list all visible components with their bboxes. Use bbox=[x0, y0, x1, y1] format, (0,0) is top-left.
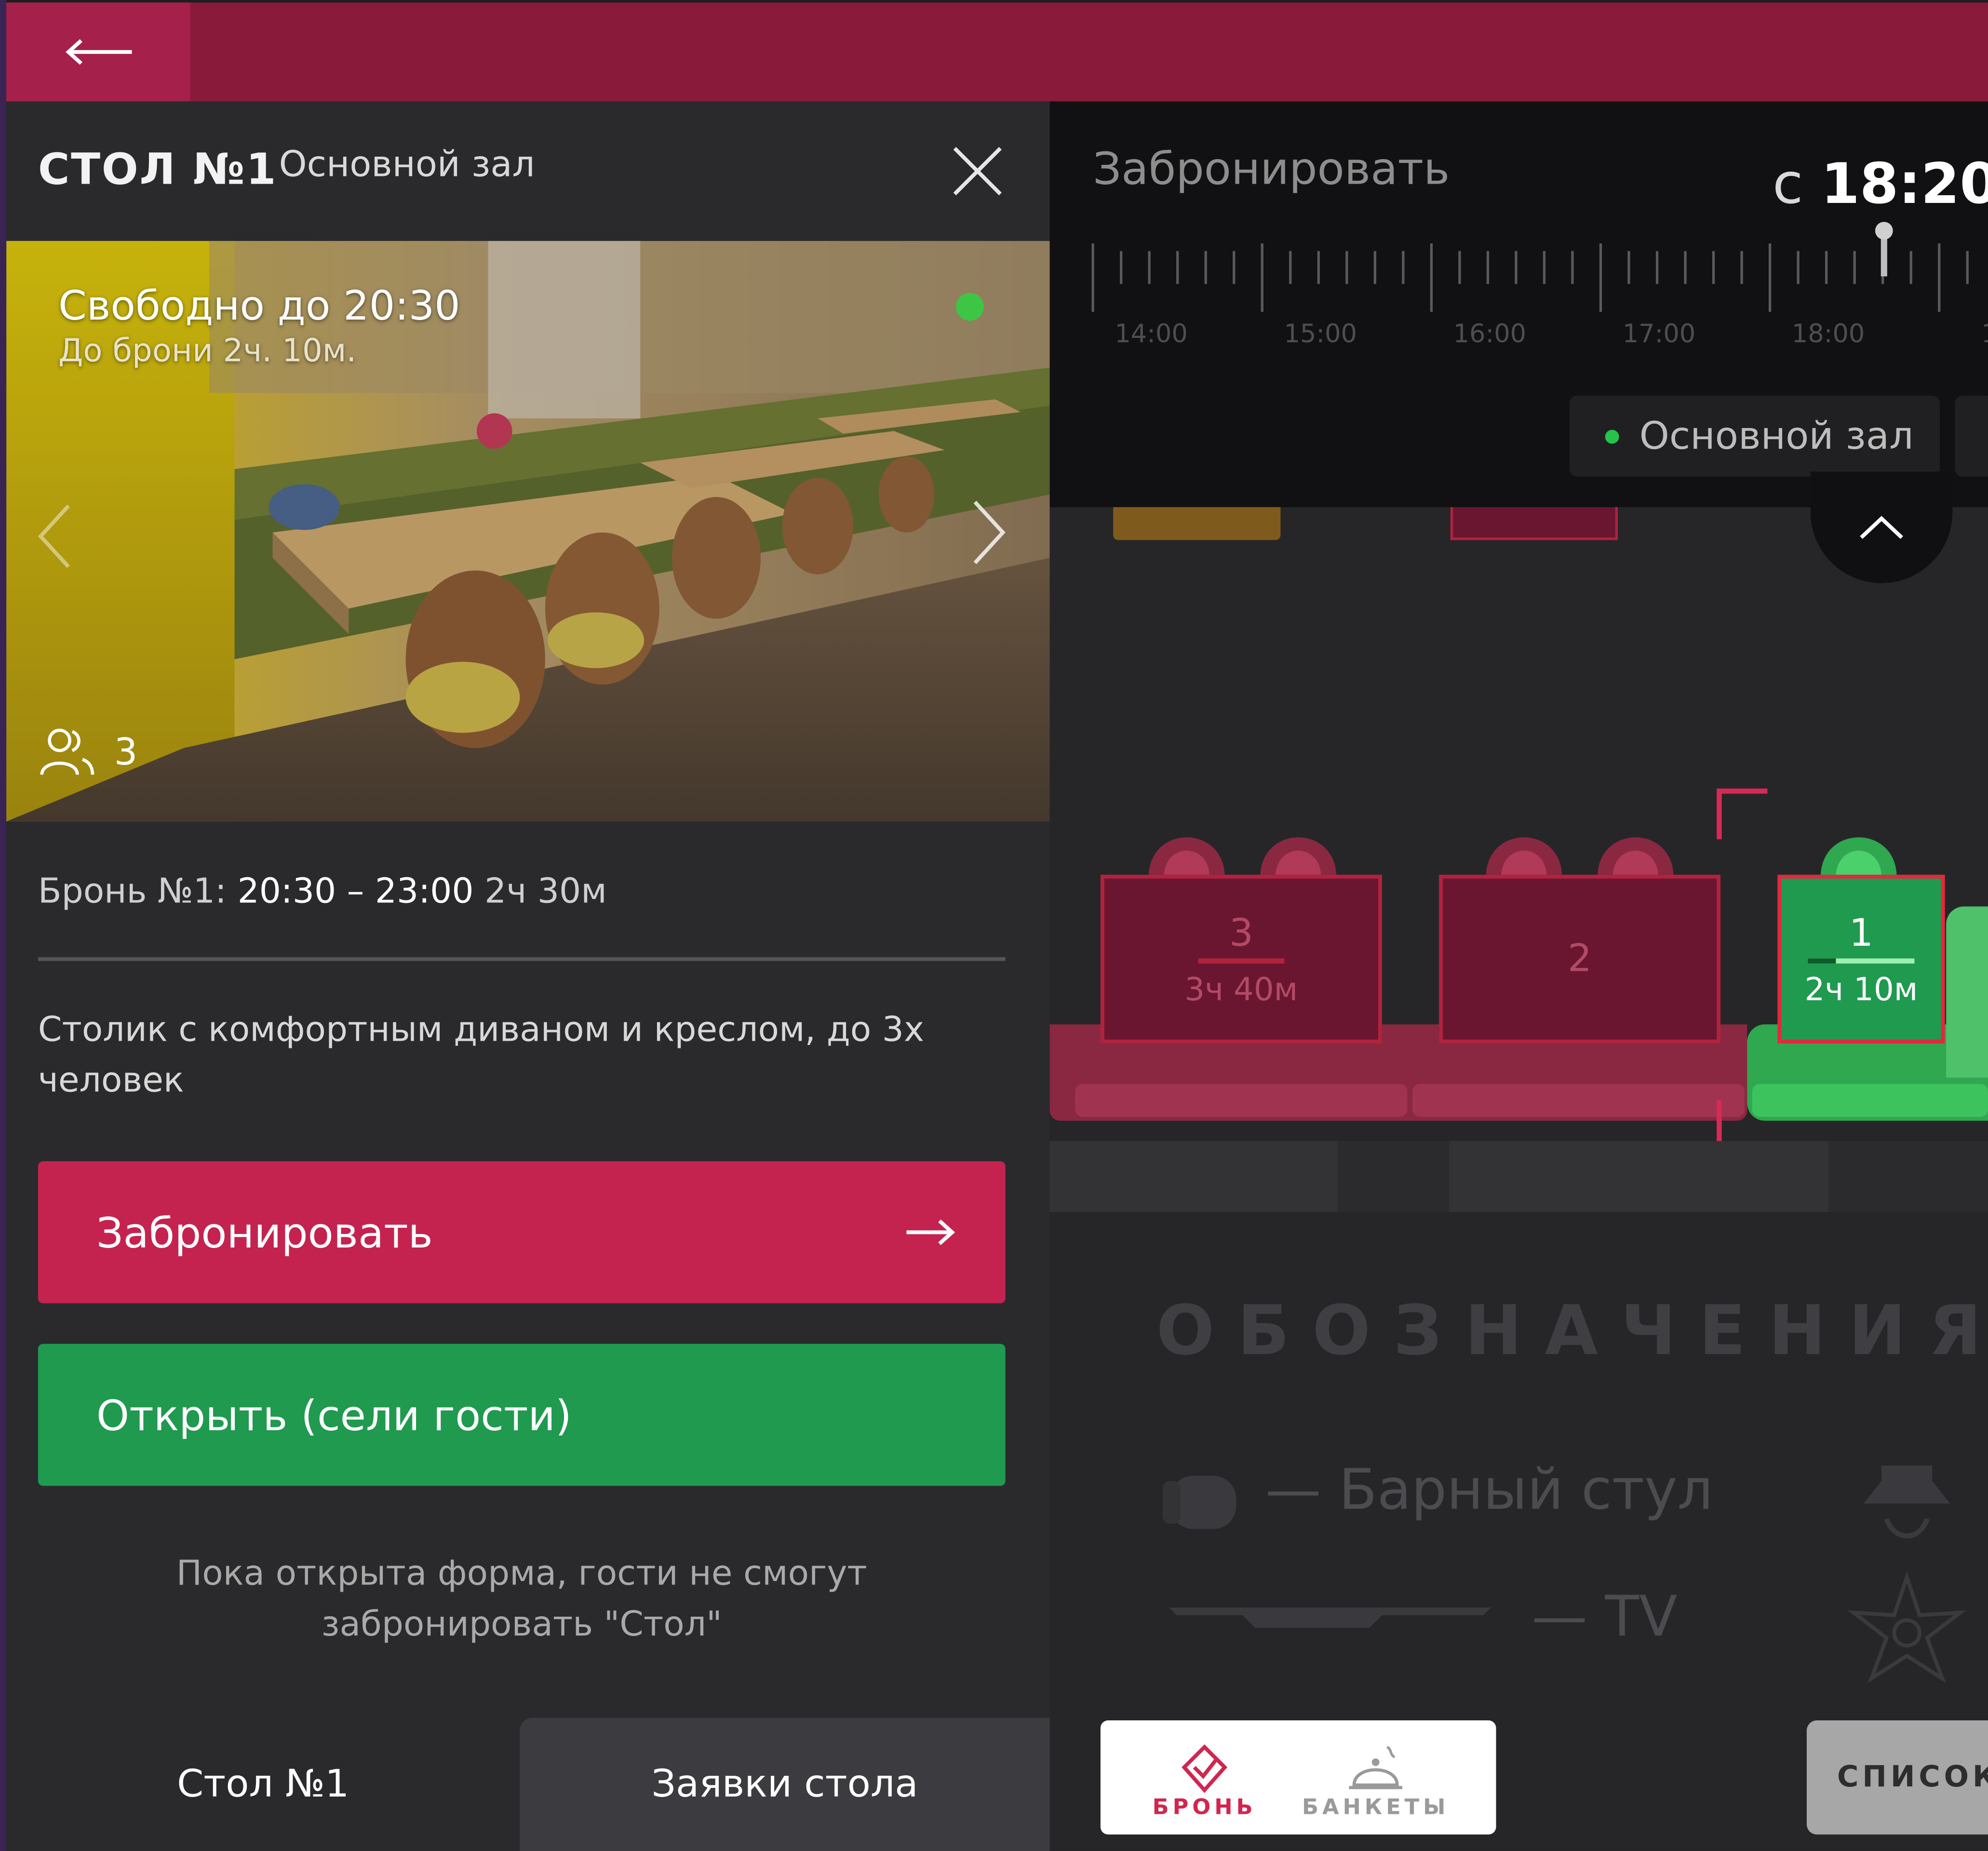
floor-walkway-divider bbox=[1337, 1141, 1450, 1212]
mode-banquets-label: БАНКЕТЫ bbox=[1302, 1795, 1450, 1821]
hall-status-dot bbox=[1605, 429, 1619, 443]
table-timer-bar bbox=[1198, 958, 1285, 964]
table-title: СТОЛ №1 bbox=[38, 144, 278, 196]
floor-table-3[interactable]: 3 3ч 40м bbox=[1100, 874, 1382, 1044]
tab-table-requests[interactable]: Заявки стола bbox=[520, 1717, 1050, 1851]
booking-icon bbox=[1182, 1744, 1228, 1793]
reservation-duration: 2ч 30м bbox=[484, 872, 607, 912]
hall-filter-label: Основной зал bbox=[1639, 414, 1914, 458]
floor-table-2[interactable]: 2 bbox=[1439, 874, 1721, 1044]
reservation-label: Бронь №1: bbox=[38, 872, 227, 912]
legend-tv: — TV bbox=[1531, 1584, 1678, 1650]
chevron-left-icon bbox=[38, 504, 70, 568]
booking-start-time: с 18:20 ч bbox=[1773, 152, 1988, 217]
selection-brackets bbox=[1717, 788, 1768, 1149]
table-number: 1 bbox=[1849, 912, 1874, 956]
guest-capacity: 3 bbox=[38, 726, 137, 777]
ruler-hour-label: 14:00 bbox=[1115, 319, 1188, 349]
mode-booking[interactable]: БРОНЬ bbox=[1141, 1727, 1268, 1831]
bar-stool-icon bbox=[1162, 1475, 1236, 1529]
table-top-partial[interactable] bbox=[1113, 507, 1281, 540]
sofa-free-cushion bbox=[1752, 1084, 1988, 1117]
table-number: 3 bbox=[1229, 912, 1253, 956]
open-table-button-label: Открыть (сели гости) bbox=[96, 1390, 572, 1440]
table-timer-bar bbox=[1808, 958, 1915, 964]
arrow-left-icon bbox=[65, 39, 132, 65]
table-time: 2ч 10м bbox=[1804, 971, 1918, 1008]
floor-walkway-divider bbox=[1828, 1141, 1988, 1212]
time-ruler[interactable]: 14:00 15:00 16:00 17:00 18:00 19 bbox=[1050, 215, 1988, 355]
legend-bar-stool: — Барный стул bbox=[1265, 1458, 1713, 1523]
guest-count: 3 bbox=[114, 730, 138, 774]
table-description: Столик с комфортным диваном и креслом, д… bbox=[38, 1010, 925, 1100]
ruler-hour-label: 16:00 bbox=[1453, 319, 1527, 349]
hall-name: Основной зал bbox=[279, 143, 535, 185]
table-timer-fill bbox=[1808, 958, 1836, 964]
booking-panel-title: Забронировать bbox=[1093, 144, 1450, 196]
people-icon bbox=[40, 728, 94, 775]
time-value: 18:20 bbox=[1821, 152, 1988, 217]
ruler-hour-label: 17:00 bbox=[1623, 319, 1696, 349]
lamp-icon bbox=[1864, 1465, 1950, 1539]
sofa-free-arm bbox=[1946, 906, 1988, 1078]
chevron-right-icon bbox=[973, 500, 1006, 564]
hall-filter-chip-next[interactable] bbox=[1955, 395, 1988, 477]
legend-title: ОБОЗНАЧЕНИЯ bbox=[1156, 1290, 1988, 1371]
tab-table[interactable]: Стол №1 bbox=[6, 1717, 520, 1851]
list-button[interactable]: СПИСОК bbox=[1806, 1720, 1988, 1835]
floor-table-1[interactable]: 1 2ч 10м bbox=[1777, 874, 1945, 1044]
mode-banquets[interactable]: БАНКЕТЫ bbox=[1302, 1727, 1445, 1831]
ruler-hour-label: 18:00 bbox=[1792, 319, 1865, 349]
banquet-icon bbox=[1349, 1745, 1402, 1789]
reservation-info: Бронь №1: 20:30 – 23:00 2ч 30м bbox=[38, 872, 607, 912]
chevron-up-icon bbox=[1860, 516, 1903, 539]
table-number: 2 bbox=[1567, 937, 1592, 981]
photo-prev-button[interactable] bbox=[36, 501, 74, 577]
hall-filter-chip[interactable]: Основной зал bbox=[1570, 395, 1940, 477]
form-lock-note: Пока открыта форма, гости не смогут забр… bbox=[176, 1554, 867, 1645]
sofa-cushion bbox=[1075, 1084, 1408, 1117]
reservation-time: 20:30 – 23:00 bbox=[237, 872, 474, 912]
back-button[interactable] bbox=[6, 2, 190, 102]
close-icon bbox=[953, 147, 1002, 196]
photo-next-button[interactable] bbox=[970, 497, 1008, 573]
close-button[interactable] bbox=[948, 142, 1007, 201]
table-time: 3ч 40м bbox=[1184, 971, 1298, 1008]
time-prefix: с bbox=[1772, 152, 1803, 217]
time-slider-knob[interactable] bbox=[1875, 222, 1893, 240]
ruler-hour-label: 15:00 bbox=[1284, 319, 1357, 349]
flower-icon bbox=[1847, 1571, 1966, 1684]
table-top-partial-2[interactable] bbox=[1450, 507, 1618, 540]
window-edge bbox=[0, 0, 7, 1851]
sofa-cushion bbox=[1412, 1084, 1745, 1117]
tv-icon bbox=[1169, 1607, 1491, 1628]
divider bbox=[38, 957, 1006, 961]
top-bar bbox=[6, 2, 1988, 102]
availability-status: Свободно до 20:30 bbox=[58, 281, 460, 330]
book-button[interactable]: Забронировать bbox=[38, 1161, 1006, 1303]
arrow-right-icon bbox=[906, 1219, 955, 1246]
open-table-button[interactable]: Открыть (сели гости) bbox=[38, 1343, 1006, 1486]
time-until-booking: До брони 2ч. 10м. bbox=[58, 332, 357, 369]
ruler-hour-label: 19 bbox=[1981, 319, 1988, 349]
book-button-label: Забронировать bbox=[96, 1207, 433, 1257]
mode-booking-label: БРОНЬ bbox=[1152, 1795, 1257, 1821]
